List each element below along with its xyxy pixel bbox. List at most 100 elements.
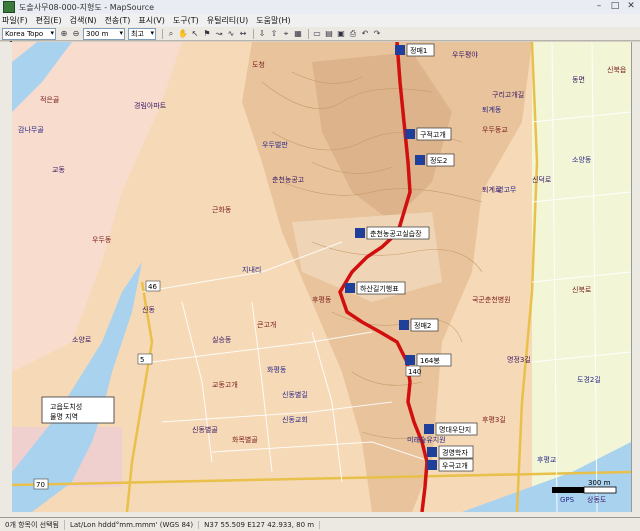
toolbar: Korea Topo v1 ⊕ ⊖ 300 m 최고 ⌕ ✋ ↖ ⚑ ↝ ∿ ↔…	[0, 27, 640, 48]
scale-select[interactable]: 300 m	[83, 27, 125, 40]
menu-search[interactable]: 검색(N)	[70, 15, 97, 26]
menu-tools[interactable]: 도구(T)	[173, 15, 199, 26]
receive-icon[interactable]: ⇩	[257, 29, 267, 39]
place-label: 후평교	[537, 455, 557, 464]
waypoint-hiker-icon[interactable]	[405, 355, 415, 365]
waypoint-marker[interactable]: 하산길기행표	[345, 281, 406, 295]
waypoint-marker[interactable]: 경영학자	[427, 445, 474, 459]
menu-view[interactable]: 표시(V)	[138, 15, 164, 26]
place-label: 우두벌판	[262, 140, 288, 149]
waypoint-tool-icon[interactable]: ⚑	[202, 29, 212, 39]
place-label: 신동교회	[282, 415, 308, 424]
legend-item: 물명 지역	[50, 412, 78, 421]
redo-icon[interactable]: ↷	[372, 29, 382, 39]
window-title: 도솔사무08-000-지형도 - MapSource	[19, 2, 155, 12]
save-icon[interactable]: ▣	[336, 29, 346, 39]
waypoint-label: 구적고개	[420, 130, 446, 139]
toolbar-separator	[162, 28, 163, 39]
menu-utilities[interactable]: 유틸리티(U)	[207, 15, 249, 26]
select-tool-icon[interactable]: ↖	[190, 29, 200, 39]
waypoint-hiker-icon[interactable]	[424, 424, 434, 434]
waypoint-label: 경영학자	[442, 448, 468, 457]
place-label: 춘천농공고	[272, 175, 305, 184]
place-label: 상동도	[587, 495, 607, 504]
place-label: 국군춘천병원	[472, 295, 511, 304]
menu-transfer[interactable]: 전송(T)	[105, 15, 131, 26]
print-icon[interactable]: ⎙	[348, 29, 358, 39]
minimize-icon[interactable]: –	[594, 1, 604, 11]
waypoint-marker[interactable]: 정매2	[399, 318, 439, 332]
zoom-tool-icon[interactable]: ⌕	[166, 29, 176, 39]
zoom-in-icon[interactable]: ⊕	[59, 29, 69, 39]
waypoint-marker[interactable]: 정매1	[395, 43, 435, 57]
place-label: 퇴계동	[482, 105, 502, 114]
waypoint-marker[interactable]: 명대우단지	[424, 422, 478, 436]
place-label: 적은골	[40, 95, 60, 104]
maximize-icon[interactable]: □	[610, 1, 620, 11]
waypoint-marker[interactable]: 정도2	[415, 153, 455, 167]
place-label: 후평동	[312, 295, 332, 304]
menu-file[interactable]: 파일(F)	[2, 15, 28, 26]
waypoint-marker[interactable]: 우극고개	[427, 458, 474, 472]
waypoint-hiker-icon[interactable]	[399, 320, 409, 330]
place-label: 우두동교	[482, 126, 508, 134]
toolbar-separator	[253, 28, 254, 39]
vertical-scrollbar[interactable]	[631, 42, 640, 512]
map-product-select[interactable]: Korea Topo v1	[2, 27, 56, 48]
gps-icon[interactable]: ⌖	[281, 29, 291, 39]
road-number-shield: 140	[405, 365, 421, 377]
waypoint-hiker-icon[interactable]	[415, 155, 425, 165]
waypoint-hiker-icon[interactable]	[355, 228, 365, 238]
place-label: 후평3길	[482, 415, 506, 424]
waypoint-marker[interactable]: 구적고개	[405, 127, 452, 141]
menu-help[interactable]: 도움말(H)	[256, 15, 290, 26]
place-label: 교동	[52, 166, 65, 174]
road-number-shield: 70	[33, 478, 49, 490]
place-label: 소양동	[572, 156, 592, 164]
waypoint-label: 정매1	[410, 46, 427, 55]
waypoint-hiker-icon[interactable]	[427, 460, 437, 470]
waypoint-label: 정도2	[430, 156, 447, 165]
map-icon[interactable]: ▦	[293, 29, 303, 39]
place-label: 동면	[572, 75, 585, 84]
road-number-shield: 46	[145, 280, 161, 292]
place-label: 신북읍	[607, 65, 627, 74]
svg-text:5: 5	[140, 356, 144, 364]
route-tool-icon[interactable]: ↝	[214, 29, 224, 39]
map-view[interactable]: 300 m 고읍도치성 물명 지역 정매1 구적고개 정도2 춘천농공고실습장 하산길기…	[12, 42, 631, 512]
waypoint-marker[interactable]: 164봉	[405, 353, 452, 367]
waypoint-hiker-icon[interactable]	[405, 129, 415, 139]
distance-tool-icon[interactable]: ↔	[238, 29, 248, 39]
waypoint-label: 명대우단지	[439, 425, 471, 434]
close-icon[interactable]: ✕	[626, 1, 636, 11]
place-label: 화목별골	[232, 435, 258, 444]
place-label: 도청	[252, 61, 265, 69]
waypoint-hiker-icon[interactable]	[395, 45, 405, 55]
place-label: 감나무골	[18, 125, 44, 134]
track-tool-icon[interactable]: ∿	[226, 29, 236, 39]
new-file-icon[interactable]: ▭	[312, 29, 322, 39]
detail-select[interactable]: 최고	[128, 27, 156, 40]
place-label: 소양로	[72, 336, 92, 344]
place-label: GPS	[560, 496, 575, 504]
menu-edit[interactable]: 편집(E)	[36, 15, 62, 26]
place-label: 명정3길	[507, 355, 531, 364]
app-icon	[3, 1, 15, 13]
waypoint-label: 하산길기행표	[360, 284, 399, 293]
waypoint-hiker-icon[interactable]	[427, 447, 437, 457]
place-label: 경림아파트	[134, 101, 167, 110]
waypoint-label: 164봉	[420, 357, 440, 365]
svg-text:70: 70	[36, 481, 45, 489]
svg-text:140: 140	[408, 368, 421, 376]
place-label: 신동별길	[282, 390, 308, 399]
place-label: 신동별골	[192, 425, 218, 434]
hand-tool-icon[interactable]: ✋	[178, 29, 188, 39]
zoom-out-icon[interactable]: ⊖	[71, 29, 81, 39]
send-icon[interactable]: ⇧	[269, 29, 279, 39]
open-file-icon[interactable]: ▤	[324, 29, 334, 39]
waypoint-hiker-icon[interactable]	[345, 283, 355, 293]
svg-text:46: 46	[148, 283, 157, 291]
place-label: 명고무	[497, 185, 517, 194]
place-label: 실승동	[212, 335, 232, 344]
undo-icon[interactable]: ↶	[360, 29, 370, 39]
